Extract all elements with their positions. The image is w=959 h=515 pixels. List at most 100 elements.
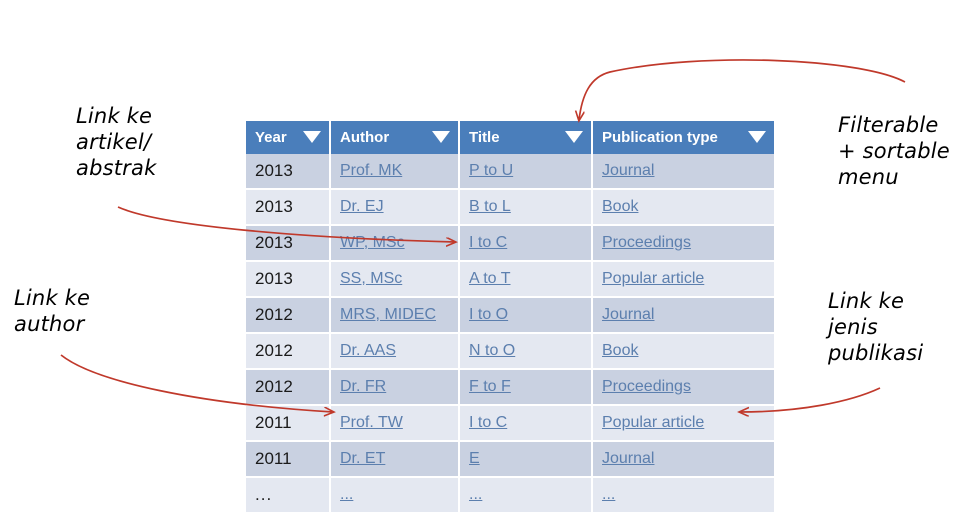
- publications-table: Year Author Title Publication type 2013 …: [246, 121, 774, 514]
- cell-year: 2012: [246, 297, 331, 334]
- cell-publication-type: Proceedings: [592, 369, 774, 406]
- table-row: ............: [246, 477, 774, 514]
- annotation-article-link: Link ke artikel/ abstrak: [76, 104, 157, 180]
- cell-year: 2013: [246, 261, 331, 298]
- cell-title: F to F: [459, 369, 593, 406]
- cell-publication-type: Journal: [592, 441, 774, 478]
- publications-table-container: Year Author Title Publication type 2013 …: [246, 121, 774, 514]
- cell-title: P to U: [459, 154, 593, 190]
- cell-title: B to L: [459, 189, 593, 226]
- cell-author: Dr. FR: [330, 369, 460, 406]
- link-author[interactable]: Prof. TW: [340, 414, 403, 431]
- link-publication-type[interactable]: Journal: [602, 162, 654, 179]
- cell-author: Dr. ET: [330, 441, 460, 478]
- table-header: Year Author Title Publication type: [246, 121, 774, 154]
- link-title[interactable]: E: [469, 450, 480, 467]
- annotation-filterable-menu: Filterable + sortable menu: [838, 113, 950, 189]
- table-row: 2012 Dr. FR F to F Proceedings: [246, 369, 774, 406]
- cell-publication-type: ...: [592, 477, 774, 514]
- table-row: 2011 Prof. TW I to C Popular article: [246, 405, 774, 442]
- link-title[interactable]: P to U: [469, 162, 513, 179]
- cell-author: Prof. MK: [330, 154, 460, 190]
- link-publication-type[interactable]: ...: [602, 486, 615, 503]
- cell-year: 2011: [246, 441, 331, 478]
- arrow-filterable-menu: [579, 59, 906, 120]
- column-header-author-label: Author: [340, 128, 390, 146]
- cell-year: 2011: [246, 405, 331, 442]
- link-publication-type[interactable]: Journal: [602, 306, 654, 323]
- link-author[interactable]: Dr. AAS: [340, 342, 396, 359]
- link-author[interactable]: Dr. ET: [340, 450, 385, 467]
- cell-publication-type: Journal: [592, 154, 774, 190]
- cell-title: ...: [459, 477, 593, 514]
- link-title[interactable]: N to O: [469, 342, 515, 359]
- table-row: 2012 MRS, MIDEC I to O Journal: [246, 297, 774, 334]
- link-author[interactable]: WP, MSc: [340, 234, 405, 251]
- link-publication-type[interactable]: Proceedings: [602, 378, 691, 395]
- cell-author: SS, MSc: [330, 261, 460, 298]
- link-author[interactable]: MRS, MIDEC: [340, 306, 436, 323]
- annotation-publication-type-link: Link ke jenis publikasi: [828, 289, 924, 365]
- column-header-author[interactable]: Author: [330, 121, 460, 154]
- cell-publication-type: Book: [592, 333, 774, 370]
- cell-title: I to C: [459, 225, 593, 262]
- cell-title: E: [459, 441, 593, 478]
- link-author[interactable]: Prof. MK: [340, 162, 402, 179]
- link-title[interactable]: I to O: [469, 306, 508, 323]
- link-title[interactable]: I to C: [469, 234, 507, 251]
- cell-title: I to O: [459, 297, 593, 334]
- cell-year: 2012: [246, 369, 331, 406]
- column-header-title[interactable]: Title: [459, 121, 593, 154]
- cell-year: 2013: [246, 225, 331, 262]
- table-row: 2012 Dr. AAS N to O Book: [246, 333, 774, 370]
- link-publication-type[interactable]: Popular article: [602, 414, 704, 431]
- link-author[interactable]: ...: [340, 486, 353, 503]
- cell-year: ...: [246, 477, 331, 514]
- column-header-publication-type-label: Publication type: [602, 128, 718, 146]
- table-header-row: Year Author Title Publication type: [246, 121, 774, 154]
- link-publication-type[interactable]: Proceedings: [602, 234, 691, 251]
- slide-canvas: Link ke artikel/ abstrak Link ke author …: [0, 0, 959, 515]
- link-publication-type[interactable]: Journal: [602, 450, 654, 467]
- cell-publication-type: Popular article: [592, 405, 774, 442]
- column-header-year[interactable]: Year: [246, 121, 331, 154]
- table-row: 2013 Prof. MK P to U Journal: [246, 154, 774, 190]
- column-header-title-label: Title: [469, 128, 500, 146]
- cell-year: 2013: [246, 154, 331, 190]
- link-author[interactable]: Dr. FR: [340, 378, 386, 395]
- annotation-author-link: Link ke author: [14, 286, 91, 336]
- cell-author: Dr. AAS: [330, 333, 460, 370]
- cell-title: N to O: [459, 333, 593, 370]
- cell-publication-type: Journal: [592, 297, 774, 334]
- table-body: 2013 Prof. MK P to U Journal 2013 Dr. EJ B to …: [246, 154, 774, 514]
- column-header-publication-type[interactable]: Publication type: [592, 121, 774, 154]
- link-author[interactable]: Dr. EJ: [340, 198, 384, 215]
- table-row: 2013 SS, MSc A to T Popular article: [246, 261, 774, 298]
- caret-down-icon[interactable]: [748, 131, 766, 143]
- link-title[interactable]: A to T: [469, 270, 511, 287]
- table-row: 2013 Dr. EJ B to L Book: [246, 189, 774, 226]
- cell-year: 2013: [246, 189, 331, 226]
- link-title[interactable]: B to L: [469, 198, 511, 215]
- cell-title: A to T: [459, 261, 593, 298]
- cell-author: Dr. EJ: [330, 189, 460, 226]
- link-publication-type[interactable]: Book: [602, 342, 638, 359]
- cell-title: I to C: [459, 405, 593, 442]
- cell-publication-type: Proceedings: [592, 225, 774, 262]
- cell-author: MRS, MIDEC: [330, 297, 460, 334]
- cell-author: ...: [330, 477, 460, 514]
- cell-author: Prof. TW: [330, 405, 460, 442]
- link-publication-type[interactable]: Book: [602, 198, 638, 215]
- table-row: 2013 WP, MSc I to C Proceedings: [246, 225, 774, 262]
- caret-down-icon[interactable]: [303, 131, 321, 143]
- column-header-year-label: Year: [255, 128, 287, 146]
- caret-down-icon[interactable]: [432, 131, 450, 143]
- link-title[interactable]: I to C: [469, 414, 507, 431]
- table-row: 2011 Dr. ET E Journal: [246, 441, 774, 478]
- link-title[interactable]: ...: [469, 486, 482, 503]
- link-title[interactable]: F to F: [469, 378, 511, 395]
- caret-down-icon[interactable]: [565, 131, 583, 143]
- link-author[interactable]: SS, MSc: [340, 270, 402, 287]
- link-publication-type[interactable]: Popular article: [602, 270, 704, 287]
- cell-year: 2012: [246, 333, 331, 370]
